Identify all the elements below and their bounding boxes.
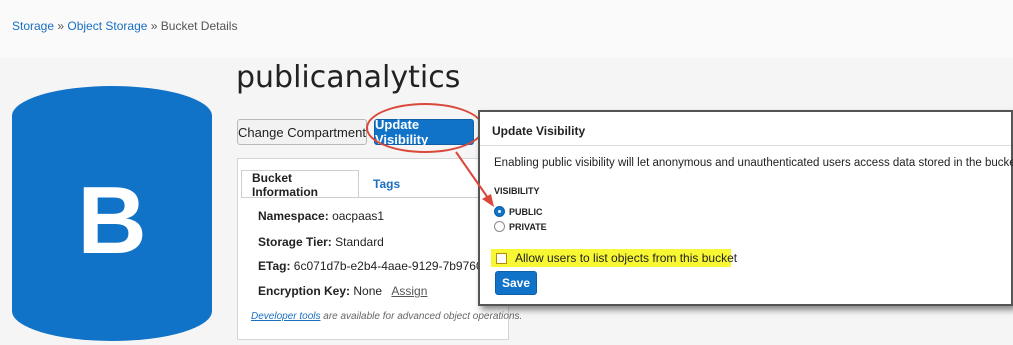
annotation-arrow-line (455, 151, 489, 199)
annotation-arrow-head (482, 194, 494, 207)
annotation-arrow (455, 151, 494, 207)
